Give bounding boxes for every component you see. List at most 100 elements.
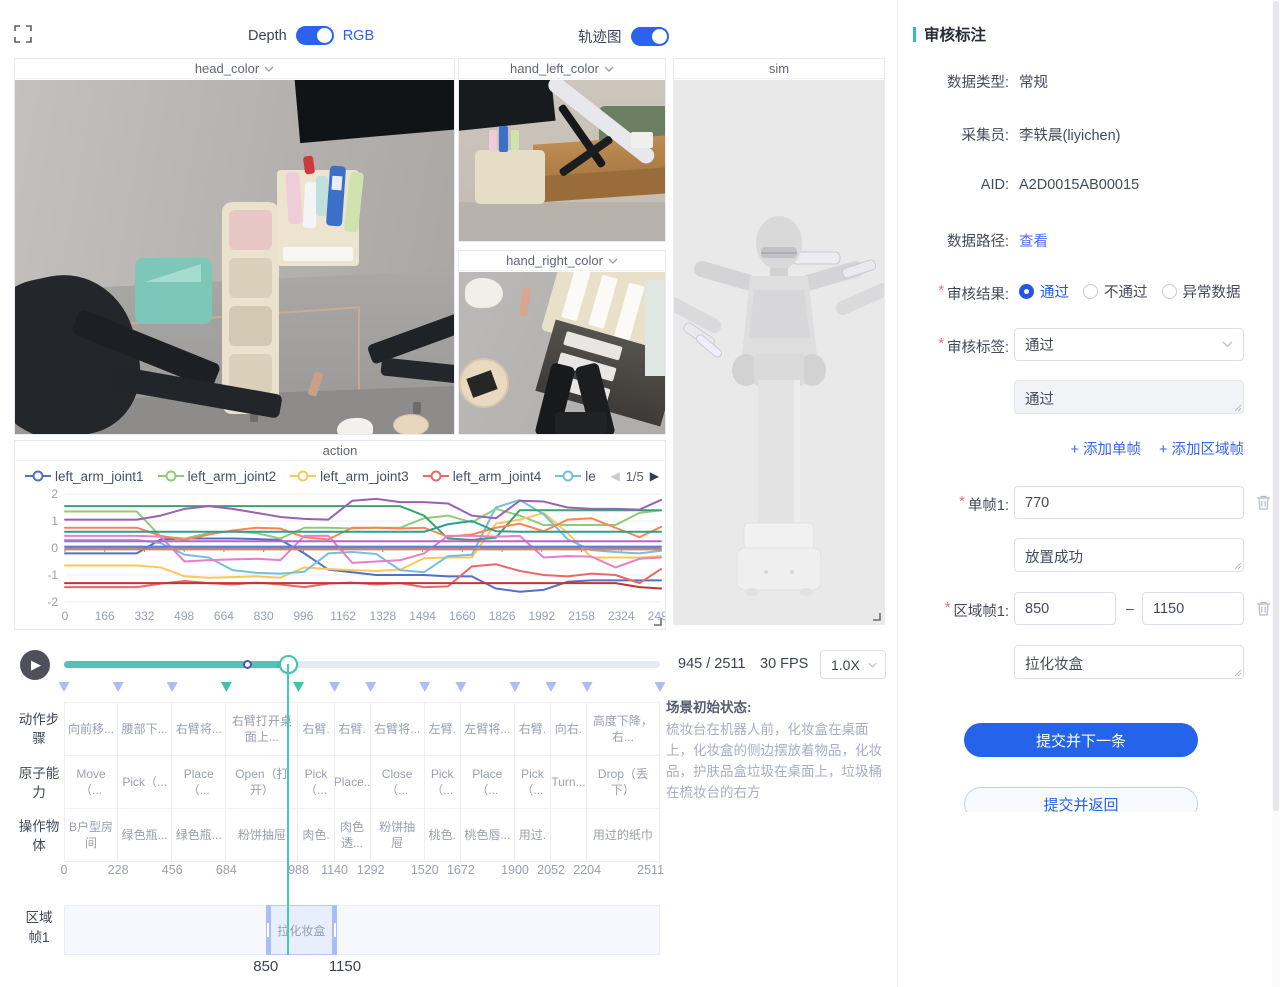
step-cell[interactable]: 右臂. [515, 703, 551, 755]
review-result-option[interactable]: 不通过 [1083, 281, 1148, 302]
review-tag-select[interactable]: 通过 [1014, 328, 1244, 361]
region-start-input[interactable] [1014, 592, 1116, 625]
resize-corner-icon[interactable] [871, 611, 881, 621]
step-marker[interactable] [365, 682, 376, 692]
switch-knob [317, 28, 332, 43]
region-frame-track[interactable]: 拉化妆盒 [64, 905, 660, 955]
fullscreen-icon[interactable] [14, 25, 32, 43]
legend-prev-icon[interactable]: ◀ [610, 469, 619, 483]
legend-marker-icon [555, 470, 581, 482]
step-cell[interactable]: 右臂将... [371, 703, 425, 755]
step-cell[interactable]: 粉饼抽屉 [371, 809, 425, 861]
playback-slider[interactable] [64, 661, 660, 668]
step-cell[interactable]: Move（... [64, 756, 118, 808]
step-cell[interactable]: Place（... [461, 756, 515, 808]
legend-item[interactable]: le [555, 469, 596, 484]
chart-title: action [323, 443, 358, 458]
region-end-input[interactable] [1142, 592, 1244, 625]
step-cell[interactable]: Pick（... [118, 756, 172, 808]
single-frame-note[interactable]: 放置成功 [1014, 538, 1244, 572]
step-cell[interactable]: 桃色. [425, 809, 461, 861]
trajectory-switch[interactable] [631, 27, 669, 46]
region-frame-note[interactable]: 拉化妆盒 [1014, 645, 1244, 679]
step-cell[interactable]: 绿色瓶... [172, 809, 226, 861]
step-cell[interactable]: 向右. [551, 703, 587, 755]
add-region-frame-button[interactable]: + 添加区域帧 [1159, 438, 1244, 459]
data-path-view-link[interactable]: 查看 [1019, 230, 1048, 251]
step-cell[interactable]: Close（... [371, 756, 425, 808]
step-cell[interactable]: 高度下降，右... [587, 703, 660, 755]
hand-right-camera-title[interactable]: hand_right_color [506, 253, 603, 268]
step-cell[interactable]: 绿色瓶... [118, 809, 172, 861]
step-cell[interactable]: 肉色透... [335, 809, 371, 861]
step-cell[interactable]: 肉色. [298, 809, 334, 861]
submit-return-button[interactable]: 提交并返回 [964, 787, 1198, 812]
head-camera-title[interactable]: head_color [195, 61, 259, 76]
svg-text:1992: 1992 [528, 609, 555, 623]
resize-corner-icon[interactable] [652, 616, 662, 626]
step-marker[interactable] [293, 682, 304, 692]
step-cell[interactable]: Place（... [172, 756, 226, 808]
add-single-frame-button[interactable]: + 添加单帧 [1071, 438, 1142, 459]
step-cell[interactable]: B户型房间 [64, 809, 118, 861]
region-segment[interactable]: 拉化妆盒 [266, 905, 337, 955]
switch-knob [652, 29, 667, 44]
step-marker[interactable] [546, 682, 557, 692]
hand-left-camera-title[interactable]: hand_left_color [510, 61, 599, 76]
trash-icon[interactable] [1256, 600, 1271, 617]
speed-select[interactable]: 1.0X [820, 650, 886, 679]
review-tag-comment[interactable]: 通过 [1014, 380, 1244, 414]
step-cell[interactable]: 桃色唇... [461, 809, 515, 861]
svg-text:1162: 1162 [330, 609, 356, 623]
depth-rgb-switch[interactable] [296, 26, 334, 45]
step-marker[interactable] [419, 682, 430, 692]
legend-item[interactable]: left_arm_joint2 [158, 469, 277, 484]
step-cell[interactable]: 向前移... [64, 703, 118, 755]
step-cell[interactable]: Pick（... [515, 756, 551, 808]
legend-item[interactable]: left_arm_joint3 [290, 469, 409, 484]
step-cell[interactable]: Place.. [335, 756, 371, 808]
step-cell[interactable]: Drop（丢下） [587, 756, 660, 808]
step-cell[interactable]: 左臂. [425, 703, 461, 755]
legend-item[interactable]: left_arm_joint4 [423, 469, 542, 484]
step-cell[interactable]: 右臂. [298, 703, 334, 755]
sim-title: sim [769, 61, 789, 76]
step-cell[interactable]: 用过的纸巾 [587, 809, 660, 861]
step-marker[interactable] [113, 682, 124, 692]
review-result-option[interactable]: 通过 [1019, 281, 1069, 302]
review-panel-title: 审核标注 [913, 23, 986, 45]
frame-axis-label: 456 [162, 863, 183, 877]
svg-text:332: 332 [134, 609, 154, 623]
review-result-option[interactable]: 异常数据 [1162, 281, 1241, 302]
step-cell[interactable]: Turn... [551, 756, 587, 808]
legend-item[interactable]: left_arm_joint1 [25, 469, 144, 484]
play-button[interactable]: ▶ [20, 650, 50, 680]
frame-axis-label: 1140 [321, 863, 348, 877]
step-cell[interactable]: 右臂将... [172, 703, 226, 755]
step-cell[interactable]: 右臂. [335, 703, 371, 755]
step-marker[interactable] [455, 682, 466, 692]
step-marker[interactable] [59, 682, 70, 692]
step-marker[interactable] [167, 682, 178, 692]
sim-viewport[interactable] [674, 80, 884, 624]
step-cell[interactable] [551, 809, 587, 861]
step-marker[interactable] [582, 682, 593, 692]
trash-icon[interactable] [1256, 494, 1271, 511]
step-marker[interactable] [221, 682, 232, 692]
legend-next-icon[interactable]: ▶ [650, 469, 659, 483]
step-cell[interactable]: 腰部下... [118, 703, 172, 755]
action-line-chart[interactable]: 210-1-2016633249866483099611621328149416… [15, 489, 665, 629]
step-cell[interactable]: 用过. [515, 809, 551, 861]
step-cell[interactable]: Pick（... [298, 756, 334, 808]
step-marker[interactable] [329, 682, 340, 692]
data-type-value: 常规 [1019, 71, 1048, 92]
step-cell[interactable]: Pick（... [425, 756, 461, 808]
step-cell[interactable]: 左臂将... [461, 703, 515, 755]
single-frame-input[interactable] [1014, 486, 1244, 519]
step-marker[interactable] [509, 682, 520, 692]
submit-next-button[interactable]: 提交并下一条 [964, 723, 1198, 757]
scrollbar-thumb[interactable] [1273, 1, 1279, 811]
step-marker[interactable] [655, 682, 666, 692]
page-scrollbar[interactable] [1272, 0, 1280, 987]
single-frame-dot-marker[interactable] [243, 660, 252, 669]
